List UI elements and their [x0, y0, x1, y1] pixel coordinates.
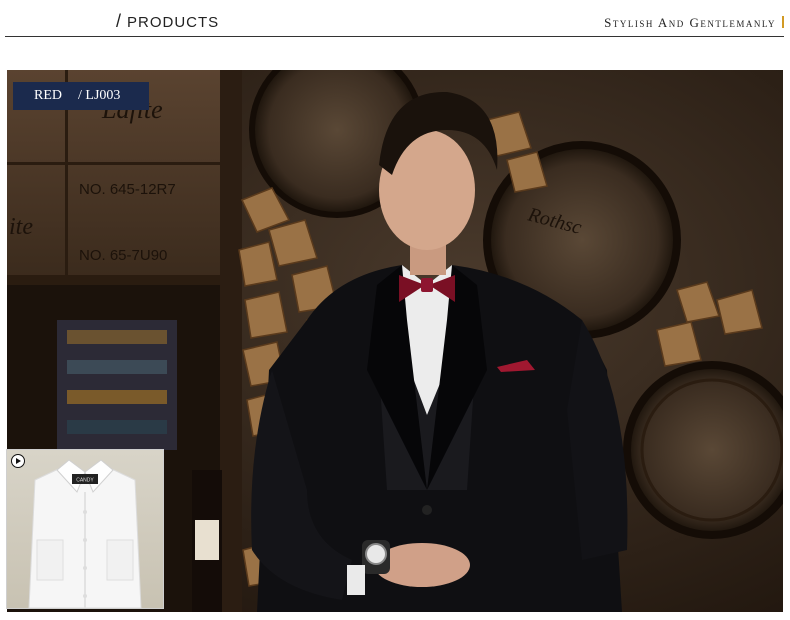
color-code-badge: RED / LJ003 [13, 82, 149, 110]
tagline-text: Stylish And Gentlemanly [604, 15, 776, 30]
header-divider [5, 36, 784, 37]
crate-number-1: NO. 645-12R7 [79, 181, 176, 198]
crate-brand-left: ite [9, 214, 33, 240]
badge-color-label: RED [34, 88, 62, 103]
shirt-image: CANDY [7, 450, 163, 608]
section-title-text: PRODUCTS [127, 14, 220, 31]
page-header: / PRODUCTS Stylish And Gentlemanly [0, 0, 790, 40]
shirt-thumbnail[interactable]: CANDY [6, 449, 164, 609]
title-slash: / [116, 11, 123, 31]
shirt-label-text: CANDY [76, 478, 94, 484]
crate-number-2: NO. 65-7U90 [79, 247, 167, 264]
section-title: / PRODUCTS [116, 11, 219, 32]
tagline: Stylish And Gentlemanly [604, 15, 784, 31]
play-circle-icon[interactable] [11, 454, 25, 468]
tagline-accent-bar [782, 16, 784, 28]
badge-product-code: / LJ003 [78, 88, 121, 103]
